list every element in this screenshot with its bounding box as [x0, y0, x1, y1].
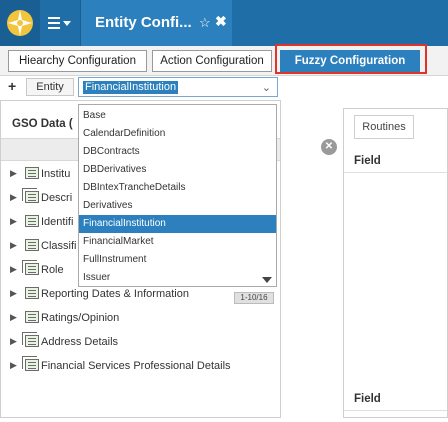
- chevron-right-icon[interactable]: ▶: [10, 192, 17, 203]
- close-icon[interactable]: ✖: [215, 13, 227, 30]
- routines-panel: Routines Field Field: [343, 108, 448, 418]
- entity-dropdown-list: Base CalendarDefinition DBContracts DBDe…: [78, 104, 277, 287]
- dropdown-option[interactable]: CalendarDefinition: [79, 125, 276, 143]
- hamburger-icon: [48, 17, 60, 32]
- chevron-right-icon[interactable]: ▶: [10, 336, 17, 347]
- chevron-right-icon[interactable]: ▶: [10, 360, 17, 371]
- sun-logo-icon: [7, 10, 33, 36]
- chevron-right-icon[interactable]: ▶: [10, 312, 17, 323]
- tree-item-label: Classifi: [41, 240, 77, 252]
- list-icon: [25, 287, 39, 299]
- stack-icon: [22, 356, 39, 371]
- dropdown-option[interactable]: FinancialMarket: [79, 233, 276, 251]
- clear-icon[interactable]: ✕: [321, 139, 337, 155]
- entity-select[interactable]: FinancialInstitution ⌄: [78, 77, 278, 97]
- tree-item-label: Identifi: [41, 216, 74, 228]
- list-icon: [25, 311, 39, 323]
- tree-item[interactable]: ▶ Financial Services Professional Detail…: [1, 355, 280, 377]
- field-header-label: Field: [354, 155, 381, 167]
- dropdown-option-selected[interactable]: FinancialInstitution: [79, 215, 276, 233]
- entity-select-value: FinancialInstitution: [83, 81, 179, 94]
- tree-item-label: Reporting Dates & Information: [41, 288, 189, 300]
- tab-hierarchy-configuration[interactable]: Hiearchy Configuration: [8, 50, 147, 72]
- tree-item-label: Ratings/Opinion: [41, 312, 120, 324]
- chevron-right-icon[interactable]: ▶: [10, 264, 17, 275]
- tree-item-label: Address Details: [41, 336, 119, 348]
- routines-button[interactable]: Routines: [354, 115, 414, 139]
- fuzzy-tab-highlight: [275, 44, 427, 74]
- entity-row: + Entity FinancialInstitution ⌄: [0, 76, 448, 98]
- tree-item[interactable]: ▶ Ratings/Opinion: [1, 307, 280, 329]
- dropdown-option[interactable]: DBDerivatives: [79, 161, 276, 179]
- dropdown-option[interactable]: DBContracts: [79, 143, 276, 161]
- plus-icon[interactable]: +: [8, 78, 16, 94]
- tree-item-label: Descri: [41, 192, 73, 204]
- field-header: Field: [344, 387, 447, 411]
- entity-label: Entity: [26, 78, 74, 96]
- dropdown-option[interactable]: FullInstrument: [79, 251, 276, 269]
- list-icon: [25, 215, 39, 227]
- window-title: Entity Confi...: [95, 14, 192, 31]
- tree-item-label: Role: [41, 264, 64, 276]
- dropdown-option[interactable]: Issuer: [79, 269, 276, 286]
- stack-icon: [22, 260, 39, 275]
- tree-item-label: Institu: [41, 168, 71, 180]
- field-header: Field: [344, 149, 447, 173]
- title-bar: Entity Confi... ☆ ✖: [0, 0, 448, 46]
- app-window: Entity Confi... ☆ ✖ Hiearchy Configurati…: [0, 0, 448, 422]
- scroll-down-icon[interactable]: [262, 277, 272, 283]
- tree-panel-title: GSO Data (: [12, 118, 73, 130]
- window-tab[interactable]: Entity Confi... ☆ ✖: [80, 0, 232, 46]
- star-outline-icon[interactable]: ☆: [199, 15, 211, 31]
- dropdown-option[interactable]: Base: [79, 107, 276, 125]
- caret-down-icon: [63, 21, 71, 26]
- list-icon: [25, 167, 39, 179]
- main-menu-button[interactable]: [44, 14, 74, 34]
- chevron-right-icon[interactable]: ▶: [10, 288, 17, 299]
- tab-action-configuration[interactable]: Action Configuration: [152, 50, 272, 72]
- chevron-right-icon[interactable]: ▶: [10, 168, 17, 179]
- chevron-right-icon[interactable]: ▶: [10, 216, 17, 227]
- dropdown-option[interactable]: DBIntexTrancheDetails: [79, 179, 276, 197]
- app-logo[interactable]: [0, 0, 40, 46]
- tree-item-label: Financial Services Professional Details: [41, 360, 231, 372]
- field-header-label: Field: [354, 393, 381, 405]
- chevron-right-icon[interactable]: ▶: [10, 240, 17, 251]
- dropdown-option[interactable]: Derivatives: [79, 197, 276, 215]
- pager-badge: 1-10/16: [234, 292, 274, 304]
- stack-icon: [22, 188, 39, 203]
- chevron-down-icon[interactable]: ⌄: [262, 81, 271, 94]
- tree-item[interactable]: ▶ Address Details: [1, 331, 280, 353]
- stack-icon: [22, 332, 39, 347]
- list-icon: [25, 239, 39, 251]
